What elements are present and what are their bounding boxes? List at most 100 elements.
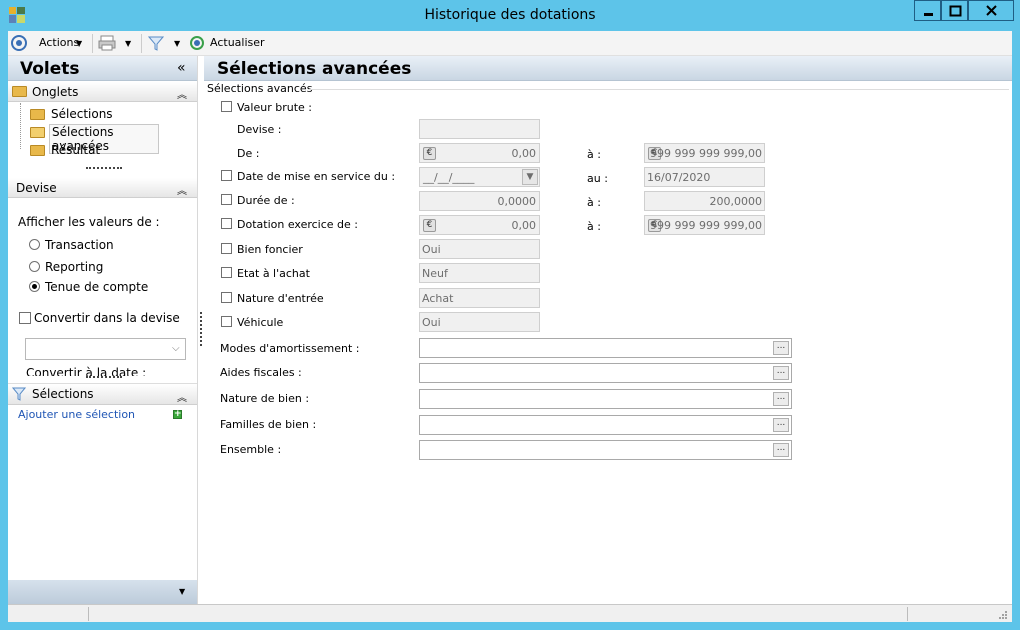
panel-title: Volets — [20, 59, 80, 79]
actions-menu[interactable]: Actions — [39, 36, 79, 49]
tab-item-resultat[interactable]: Résultat — [28, 142, 188, 158]
etat-achat-checkbox[interactable] — [221, 267, 232, 278]
radio-selected-dot — [32, 284, 37, 289]
bien-foncier-field[interactable]: Oui — [419, 239, 540, 259]
a-label: à : — [587, 196, 601, 209]
dotation-from[interactable]: € 0,00 — [419, 215, 540, 235]
application-window: Historique des dotations Actions ▼ ▼ ▼ A… — [0, 0, 1020, 630]
folder-open-icon — [30, 127, 45, 138]
devise-label: Devise : — [237, 123, 282, 136]
radio-transaction-label: Transaction — [45, 238, 114, 252]
valeur-brute-label: Valeur brute : — [237, 101, 312, 114]
ellipsis-button[interactable]: ... — [773, 341, 789, 355]
status-bar — [8, 604, 1012, 622]
minimize-button[interactable] — [914, 0, 941, 21]
convert-currency-label: Convertir dans la devise — [34, 311, 180, 325]
collapse-icon[interactable]: ︽ — [177, 389, 187, 404]
nature-entree-field[interactable]: Achat — [419, 288, 540, 308]
add-icon[interactable]: + — [173, 410, 182, 419]
resize-grip-icon[interactable] — [998, 610, 1008, 620]
collapse-panel-icon[interactable]: « — [177, 60, 186, 76]
ellipsis-button[interactable]: ... — [773, 392, 789, 406]
tab-item-label: Sélections — [51, 107, 113, 121]
aides-fiscales-field[interactable]: ... — [419, 363, 792, 383]
onglets-header[interactable]: Onglets ︽ — [8, 82, 197, 102]
duree-checkbox[interactable] — [221, 194, 232, 205]
print-dropdown-icon[interactable]: ▼ — [125, 39, 131, 48]
currency-select[interactable]: ⌵ — [25, 338, 186, 360]
duree-from[interactable]: 0,0000 — [419, 191, 540, 211]
tab-item-selections-avancees[interactable]: Sélections avancées — [28, 124, 159, 154]
ellipsis-button[interactable]: ... — [773, 366, 789, 380]
date-service-to[interactable]: 16/07/2020 — [644, 167, 765, 187]
duree-label: Durée de : — [237, 194, 295, 207]
title-bar: Historique des dotations — [0, 0, 1020, 31]
radio-transaction[interactable] — [29, 239, 40, 250]
duree-to-value: 200,0000 — [709, 195, 763, 208]
dotation-to-value: 999 999 999 999,00 — [650, 219, 762, 232]
etat-achat-label: Etat à l'achat — [237, 267, 310, 280]
bien-foncier-value: Oui — [422, 243, 441, 256]
folder-icon — [30, 109, 45, 120]
duree-to[interactable]: 200,0000 — [644, 191, 765, 211]
refresh-button[interactable]: Actualiser — [210, 36, 265, 49]
refresh-icon[interactable] — [189, 35, 205, 51]
dotation-to[interactable]: € 999 999 999 999,00 — [644, 215, 765, 235]
maximize-button[interactable] — [941, 0, 968, 21]
nature-bien-field[interactable]: ... — [419, 389, 792, 409]
splitter-grip[interactable] — [86, 376, 122, 378]
radio-reporting[interactable] — [29, 261, 40, 272]
modes-amortissement-field[interactable]: ... — [419, 338, 792, 358]
vehicule-checkbox[interactable] — [221, 316, 232, 327]
status-divider — [88, 607, 89, 621]
devise-header[interactable]: Devise ︽ — [8, 178, 197, 198]
toolbar: Actions ▼ ▼ ▼ Actualiser — [8, 31, 1012, 56]
dotation-label: Dotation exercice de : — [237, 218, 358, 231]
chevron-down-icon: ▼ — [76, 39, 83, 48]
nature-entree-value: Achat — [422, 292, 454, 305]
vertical-splitter-grip[interactable] — [200, 312, 202, 346]
add-selection-link[interactable]: Ajouter une sélection — [18, 408, 135, 421]
dotation-checkbox[interactable] — [221, 218, 232, 229]
duree-from-value: 0,0000 — [497, 195, 537, 208]
window-title: Historique des dotations — [424, 7, 596, 23]
etat-achat-field[interactable]: Neuf — [419, 263, 540, 283]
filter-dropdown-icon[interactable]: ▼ — [174, 39, 180, 48]
pane-footer-bar[interactable]: ▼ — [8, 580, 197, 604]
radio-tenue-de-compte[interactable] — [29, 281, 40, 292]
actions-icon[interactable] — [11, 35, 27, 51]
de-label: De : — [237, 147, 260, 160]
ensemble-field[interactable]: ... — [419, 440, 792, 460]
selections-header[interactable]: Sélections ︽ — [8, 383, 197, 405]
calendar-dropdown-icon[interactable]: ▼ — [522, 169, 538, 185]
collapse-icon[interactable]: ︽ — [177, 86, 187, 101]
filter-icon[interactable] — [147, 35, 165, 51]
group-line — [309, 89, 1009, 90]
date-service-from[interactable]: __/__/____ ▼ — [419, 167, 540, 187]
devise-field[interactable] — [419, 119, 540, 139]
print-icon[interactable] — [98, 35, 116, 51]
splitter-grip[interactable] — [86, 167, 122, 169]
date-service-checkbox[interactable] — [221, 170, 232, 181]
group-label: Sélections avancés — [207, 82, 316, 95]
date-service-label: Date de mise en service du : — [237, 170, 396, 183]
valeur-from-field[interactable]: € 0,00 — [419, 143, 540, 163]
vehicule-value: Oui — [422, 316, 441, 329]
chevron-down-icon: ⌵ — [172, 343, 180, 354]
tab-item-selections[interactable]: Sélections — [28, 106, 188, 122]
nature-entree-checkbox[interactable] — [221, 292, 232, 303]
toolbar-separator — [141, 34, 142, 53]
close-button[interactable] — [968, 0, 1014, 21]
radio-tenue-label: Tenue de compte — [45, 280, 149, 294]
ellipsis-button[interactable]: ... — [773, 443, 789, 457]
valeur-to-field[interactable]: € 999 999 999 999,00 — [644, 143, 765, 163]
vehicule-field[interactable]: Oui — [419, 312, 540, 332]
familles-bien-field[interactable]: ... — [419, 415, 792, 435]
ellipsis-button[interactable]: ... — [773, 418, 789, 432]
folder-icon — [30, 145, 45, 156]
vehicule-label: Véhicule — [237, 316, 284, 329]
valeur-brute-checkbox[interactable] — [221, 101, 232, 112]
collapse-icon[interactable]: ︽ — [177, 182, 187, 197]
bien-foncier-checkbox[interactable] — [221, 243, 232, 254]
convert-currency-checkbox[interactable] — [19, 312, 31, 324]
